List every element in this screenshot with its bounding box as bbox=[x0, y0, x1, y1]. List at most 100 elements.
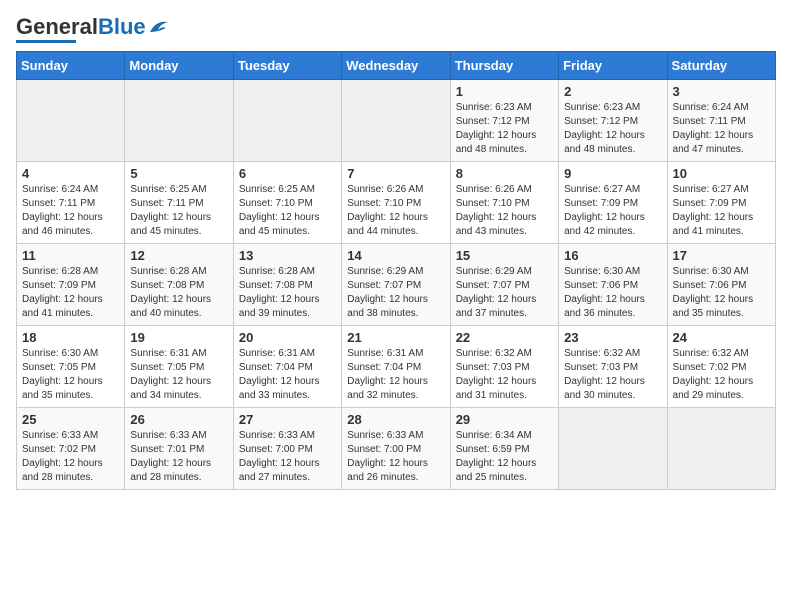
day-info: Sunrise: 6:33 AM Sunset: 7:02 PM Dayligh… bbox=[22, 429, 119, 485]
day-number: 13 bbox=[239, 248, 336, 263]
day-info: Sunrise: 6:32 AM Sunset: 7:03 PM Dayligh… bbox=[456, 347, 553, 403]
day-number: 7 bbox=[347, 166, 444, 181]
day-info: Sunrise: 6:28 AM Sunset: 7:08 PM Dayligh… bbox=[239, 265, 336, 321]
day-info: Sunrise: 6:24 AM Sunset: 7:11 PM Dayligh… bbox=[673, 101, 770, 157]
calendar-cell: 27Sunrise: 6:33 AM Sunset: 7:00 PM Dayli… bbox=[233, 408, 341, 490]
calendar-week-row: 1 Sunrise: 6:23 AM Sunset: 7:12 PM Daylig… bbox=[17, 80, 776, 162]
calendar-cell: 8 Sunrise: 6:26 AM Sunset: 7:10 PM Daylig… bbox=[450, 162, 558, 244]
calendar-cell: 17 Sunrise: 6:30 AM Sunset: 7:06 PM Dayli… bbox=[667, 244, 775, 326]
calendar-cell: 12 Sunrise: 6:28 AM Sunset: 7:08 PM Dayli… bbox=[125, 244, 233, 326]
day-info: Sunrise: 6:30 AM Sunset: 7:06 PM Dayligh… bbox=[673, 265, 770, 321]
weekday-header-sunday: Sunday bbox=[17, 52, 125, 80]
calendar-cell: 19 Sunrise: 6:31 AM Sunset: 7:05 PM Dayli… bbox=[125, 326, 233, 408]
calendar-cell bbox=[233, 80, 341, 162]
calendar-cell: 23 Sunrise: 6:32 AM Sunset: 7:03 PM Dayli… bbox=[559, 326, 667, 408]
day-number: 24 bbox=[673, 330, 770, 345]
day-info: Sunrise: 6:25 AM Sunset: 7:11 PM Dayligh… bbox=[130, 183, 227, 239]
weekday-header-saturday: Saturday bbox=[667, 52, 775, 80]
weekday-header-monday: Monday bbox=[125, 52, 233, 80]
page-header: GeneralBlue bbox=[16, 16, 776, 43]
calendar-cell: 25Sunrise: 6:33 AM Sunset: 7:02 PM Dayli… bbox=[17, 408, 125, 490]
logo-text: GeneralBlue bbox=[16, 16, 146, 38]
day-info: Sunrise: 6:30 AM Sunset: 7:06 PM Dayligh… bbox=[564, 265, 661, 321]
day-number: 19 bbox=[130, 330, 227, 345]
calendar-cell bbox=[17, 80, 125, 162]
day-info: Sunrise: 6:25 AM Sunset: 7:10 PM Dayligh… bbox=[239, 183, 336, 239]
day-number: 28 bbox=[347, 412, 444, 427]
day-info: Sunrise: 6:31 AM Sunset: 7:05 PM Dayligh… bbox=[130, 347, 227, 403]
calendar-cell: 9Sunrise: 6:27 AM Sunset: 7:09 PM Daylig… bbox=[559, 162, 667, 244]
day-number: 20 bbox=[239, 330, 336, 345]
day-info: Sunrise: 6:33 AM Sunset: 7:00 PM Dayligh… bbox=[239, 429, 336, 485]
logo: GeneralBlue bbox=[16, 16, 170, 43]
calendar-cell: 5Sunrise: 6:25 AM Sunset: 7:11 PM Daylig… bbox=[125, 162, 233, 244]
weekday-header-thursday: Thursday bbox=[450, 52, 558, 80]
day-number: 8 bbox=[456, 166, 553, 181]
calendar-cell: 2 Sunrise: 6:23 AM Sunset: 7:12 PM Daylig… bbox=[559, 80, 667, 162]
day-number: 15 bbox=[456, 248, 553, 263]
calendar-cell: 21 Sunrise: 6:31 AM Sunset: 7:04 PM Dayli… bbox=[342, 326, 450, 408]
day-number: 23 bbox=[564, 330, 661, 345]
day-info: Sunrise: 6:33 AM Sunset: 7:00 PM Dayligh… bbox=[347, 429, 444, 485]
day-number: 26 bbox=[130, 412, 227, 427]
day-info: Sunrise: 6:30 AM Sunset: 7:05 PM Dayligh… bbox=[22, 347, 119, 403]
calendar-cell: 14 Sunrise: 6:29 AM Sunset: 7:07 PM Dayli… bbox=[342, 244, 450, 326]
day-number: 18 bbox=[22, 330, 119, 345]
weekday-header-friday: Friday bbox=[559, 52, 667, 80]
day-number: 11 bbox=[22, 248, 119, 263]
day-number: 17 bbox=[673, 248, 770, 263]
day-number: 14 bbox=[347, 248, 444, 263]
weekday-header-tuesday: Tuesday bbox=[233, 52, 341, 80]
day-info: Sunrise: 6:26 AM Sunset: 7:10 PM Dayligh… bbox=[347, 183, 444, 239]
day-info: Sunrise: 6:34 AM Sunset: 6:59 PM Dayligh… bbox=[456, 429, 553, 485]
day-info: Sunrise: 6:28 AM Sunset: 7:09 PM Dayligh… bbox=[22, 265, 119, 321]
day-info: Sunrise: 6:23 AM Sunset: 7:12 PM Dayligh… bbox=[564, 101, 661, 157]
day-info: Sunrise: 6:33 AM Sunset: 7:01 PM Dayligh… bbox=[130, 429, 227, 485]
logo-bird-icon bbox=[148, 18, 170, 36]
day-number: 6 bbox=[239, 166, 336, 181]
day-info: Sunrise: 6:24 AM Sunset: 7:11 PM Dayligh… bbox=[22, 183, 119, 239]
calendar-week-row: 11 Sunrise: 6:28 AM Sunset: 7:09 PM Dayli… bbox=[17, 244, 776, 326]
day-info: Sunrise: 6:28 AM Sunset: 7:08 PM Dayligh… bbox=[130, 265, 227, 321]
day-number: 4 bbox=[22, 166, 119, 181]
day-info: Sunrise: 6:31 AM Sunset: 7:04 PM Dayligh… bbox=[347, 347, 444, 403]
day-number: 29 bbox=[456, 412, 553, 427]
calendar-cell: 26 Sunrise: 6:33 AM Sunset: 7:01 PM Dayli… bbox=[125, 408, 233, 490]
day-info: Sunrise: 6:31 AM Sunset: 7:04 PM Dayligh… bbox=[239, 347, 336, 403]
day-info: Sunrise: 6:27 AM Sunset: 7:09 PM Dayligh… bbox=[564, 183, 661, 239]
day-number: 10 bbox=[673, 166, 770, 181]
calendar-cell: 29 Sunrise: 6:34 AM Sunset: 6:59 PM Dayli… bbox=[450, 408, 558, 490]
calendar-cell: 1 Sunrise: 6:23 AM Sunset: 7:12 PM Daylig… bbox=[450, 80, 558, 162]
calendar-cell: 18 Sunrise: 6:30 AM Sunset: 7:05 PM Dayli… bbox=[17, 326, 125, 408]
calendar-cell bbox=[559, 408, 667, 490]
day-info: Sunrise: 6:32 AM Sunset: 7:03 PM Dayligh… bbox=[564, 347, 661, 403]
calendar-table: SundayMondayTuesdayWednesdayThursdayFrid… bbox=[16, 51, 776, 490]
day-number: 12 bbox=[130, 248, 227, 263]
calendar-cell: 15Sunrise: 6:29 AM Sunset: 7:07 PM Dayli… bbox=[450, 244, 558, 326]
day-info: Sunrise: 6:29 AM Sunset: 7:07 PM Dayligh… bbox=[347, 265, 444, 321]
calendar-cell: 11 Sunrise: 6:28 AM Sunset: 7:09 PM Dayli… bbox=[17, 244, 125, 326]
day-info: Sunrise: 6:27 AM Sunset: 7:09 PM Dayligh… bbox=[673, 183, 770, 239]
calendar-week-row: 18 Sunrise: 6:30 AM Sunset: 7:05 PM Dayli… bbox=[17, 326, 776, 408]
day-info: Sunrise: 6:32 AM Sunset: 7:02 PM Dayligh… bbox=[673, 347, 770, 403]
calendar-cell: 24 Sunrise: 6:32 AM Sunset: 7:02 PM Dayli… bbox=[667, 326, 775, 408]
logo-underline bbox=[16, 40, 76, 43]
day-number: 21 bbox=[347, 330, 444, 345]
day-info: Sunrise: 6:26 AM Sunset: 7:10 PM Dayligh… bbox=[456, 183, 553, 239]
day-number: 1 bbox=[456, 84, 553, 99]
calendar-cell: 4 Sunrise: 6:24 AM Sunset: 7:11 PM Daylig… bbox=[17, 162, 125, 244]
day-info: Sunrise: 6:23 AM Sunset: 7:12 PM Dayligh… bbox=[456, 101, 553, 157]
calendar-cell: 20 Sunrise: 6:31 AM Sunset: 7:04 PM Dayli… bbox=[233, 326, 341, 408]
calendar-week-row: 25Sunrise: 6:33 AM Sunset: 7:02 PM Dayli… bbox=[17, 408, 776, 490]
calendar-week-row: 4 Sunrise: 6:24 AM Sunset: 7:11 PM Daylig… bbox=[17, 162, 776, 244]
calendar-cell: 22Sunrise: 6:32 AM Sunset: 7:03 PM Dayli… bbox=[450, 326, 558, 408]
weekday-header-wednesday: Wednesday bbox=[342, 52, 450, 80]
calendar-cell bbox=[667, 408, 775, 490]
calendar-cell: 28 Sunrise: 6:33 AM Sunset: 7:00 PM Dayli… bbox=[342, 408, 450, 490]
calendar-cell: 13 Sunrise: 6:28 AM Sunset: 7:08 PM Dayli… bbox=[233, 244, 341, 326]
calendar-cell: 10 Sunrise: 6:27 AM Sunset: 7:09 PM Dayli… bbox=[667, 162, 775, 244]
day-number: 16 bbox=[564, 248, 661, 263]
day-number: 2 bbox=[564, 84, 661, 99]
calendar-cell bbox=[125, 80, 233, 162]
calendar-cell bbox=[342, 80, 450, 162]
